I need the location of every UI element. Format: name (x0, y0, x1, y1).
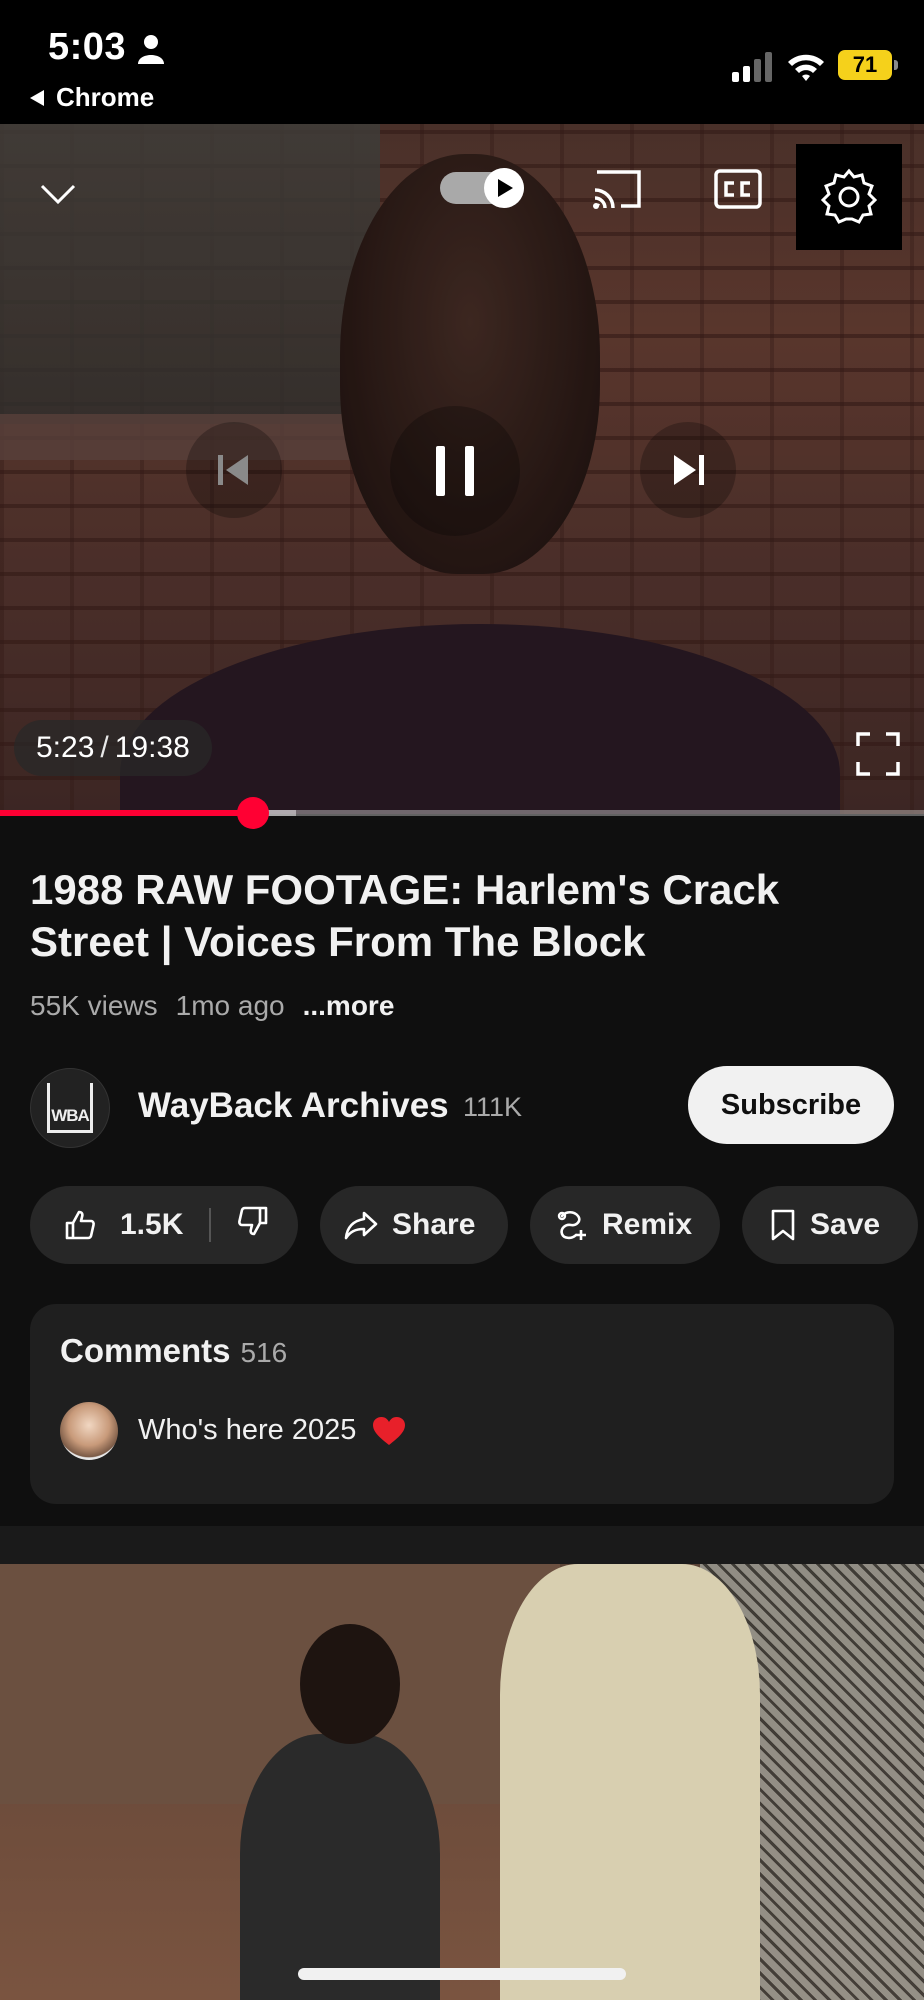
minimize-player-button[interactable] (30, 166, 86, 222)
progress-bar[interactable] (0, 797, 924, 829)
remix-button[interactable]: Remix (530, 1186, 720, 1264)
remix-icon (557, 1210, 586, 1240)
channel-row: WBA WayBack Archives 111K Subscribe (30, 1066, 894, 1148)
like-divider (209, 1208, 212, 1242)
dislike-icon (238, 1206, 268, 1236)
commenter-avatar (60, 1402, 118, 1460)
more-description-link[interactable]: ...more (303, 990, 395, 1022)
cast-icon (593, 170, 641, 209)
autoplay-toggle[interactable] (440, 168, 532, 208)
person-icon (138, 35, 164, 64)
share-icon (344, 1211, 378, 1240)
settings-button[interactable] (796, 144, 902, 250)
channel-name[interactable]: WayBack Archives (138, 1086, 449, 1126)
upload-age: 1mo ago (175, 990, 285, 1021)
like-icon (65, 1210, 95, 1240)
back-triangle-icon (30, 89, 44, 106)
save-label: Save (810, 1208, 881, 1241)
like-button[interactable]: 1.5K (30, 1208, 183, 1242)
captions-button[interactable] (710, 164, 766, 214)
dislike-button[interactable] (237, 1205, 269, 1245)
status-time: 5:03 (48, 26, 127, 68)
back-to-app-link[interactable]: Chrome (30, 82, 154, 113)
comments-section[interactable]: Comments 516 Who's here 2025 (30, 1304, 894, 1504)
remix-label: Remix (602, 1208, 693, 1241)
status-bar: 5:03 Chrome 71 (0, 0, 924, 124)
duration: 19:38 (114, 731, 190, 764)
back-app-label: Chrome (56, 82, 155, 112)
captions-icon (714, 169, 762, 209)
video-title[interactable]: 1988 RAW FOOTAGE: Harlem's Crack Street … (30, 864, 890, 968)
thumbnail-person-left (240, 1624, 440, 2000)
video-meta[interactable]: 55K views 1mo ago ...more (30, 990, 394, 1022)
settings-icon (820, 168, 878, 224)
top-comment: Who's here 2025 (138, 1414, 406, 1447)
chevron-down-icon (40, 184, 76, 205)
view-count: 55K views (30, 990, 158, 1021)
subscribe-button[interactable]: Subscribe (688, 1066, 894, 1144)
youtube-watch-page: 5:03 Chrome 71 5:23 / 19:38 1988 RAW FOO… (0, 0, 924, 2000)
share-label: Share (392, 1208, 476, 1241)
section-separator (0, 1526, 924, 1564)
next-icon (674, 455, 704, 485)
action-bar: 1.5K Share Remix Save (30, 1186, 924, 1264)
video-player[interactable]: 5:23 / 19:38 (0, 124, 924, 814)
next-video-thumbnail[interactable] (0, 1564, 924, 2000)
playback-time: 5:23 / 19:38 (14, 720, 212, 776)
thumbnail-person-right (500, 1564, 760, 2000)
save-button[interactable]: Save (742, 1186, 918, 1264)
cellular-signal-icon (732, 52, 772, 82)
heart-icon (373, 1417, 406, 1446)
comments-heading: Comments 516 (60, 1332, 287, 1370)
like-count: 1.5K (120, 1208, 184, 1241)
comments-title: Comments (60, 1332, 231, 1369)
progress-played (0, 810, 253, 816)
time-separator: / (100, 731, 109, 764)
pause-button[interactable] (390, 406, 520, 536)
home-indicator[interactable] (298, 1968, 626, 1980)
current-time: 5:23 (36, 731, 95, 764)
share-button[interactable]: Share (320, 1186, 508, 1264)
channel-logo: WBA (47, 1083, 93, 1133)
channel-avatar[interactable]: WBA (30, 1068, 110, 1148)
top-comment-text: Who's here 2025 (138, 1414, 357, 1446)
like-dislike-pill: 1.5K (30, 1186, 298, 1264)
previous-icon (218, 455, 248, 485)
cast-button[interactable] (588, 164, 646, 214)
previous-video-button[interactable] (186, 422, 282, 518)
autoplay-toggle-icon (440, 168, 524, 208)
progress-scrubber[interactable] (236, 797, 269, 829)
battery-indicator: 71 (838, 50, 898, 80)
bookmark-icon (771, 1209, 795, 1241)
pause-icon (436, 446, 474, 496)
subscriber-count: 111K (463, 1092, 523, 1122)
comments-count: 516 (240, 1337, 288, 1368)
wifi-icon (788, 54, 824, 81)
next-video-button[interactable] (640, 422, 736, 518)
fullscreen-icon[interactable] (856, 732, 900, 776)
